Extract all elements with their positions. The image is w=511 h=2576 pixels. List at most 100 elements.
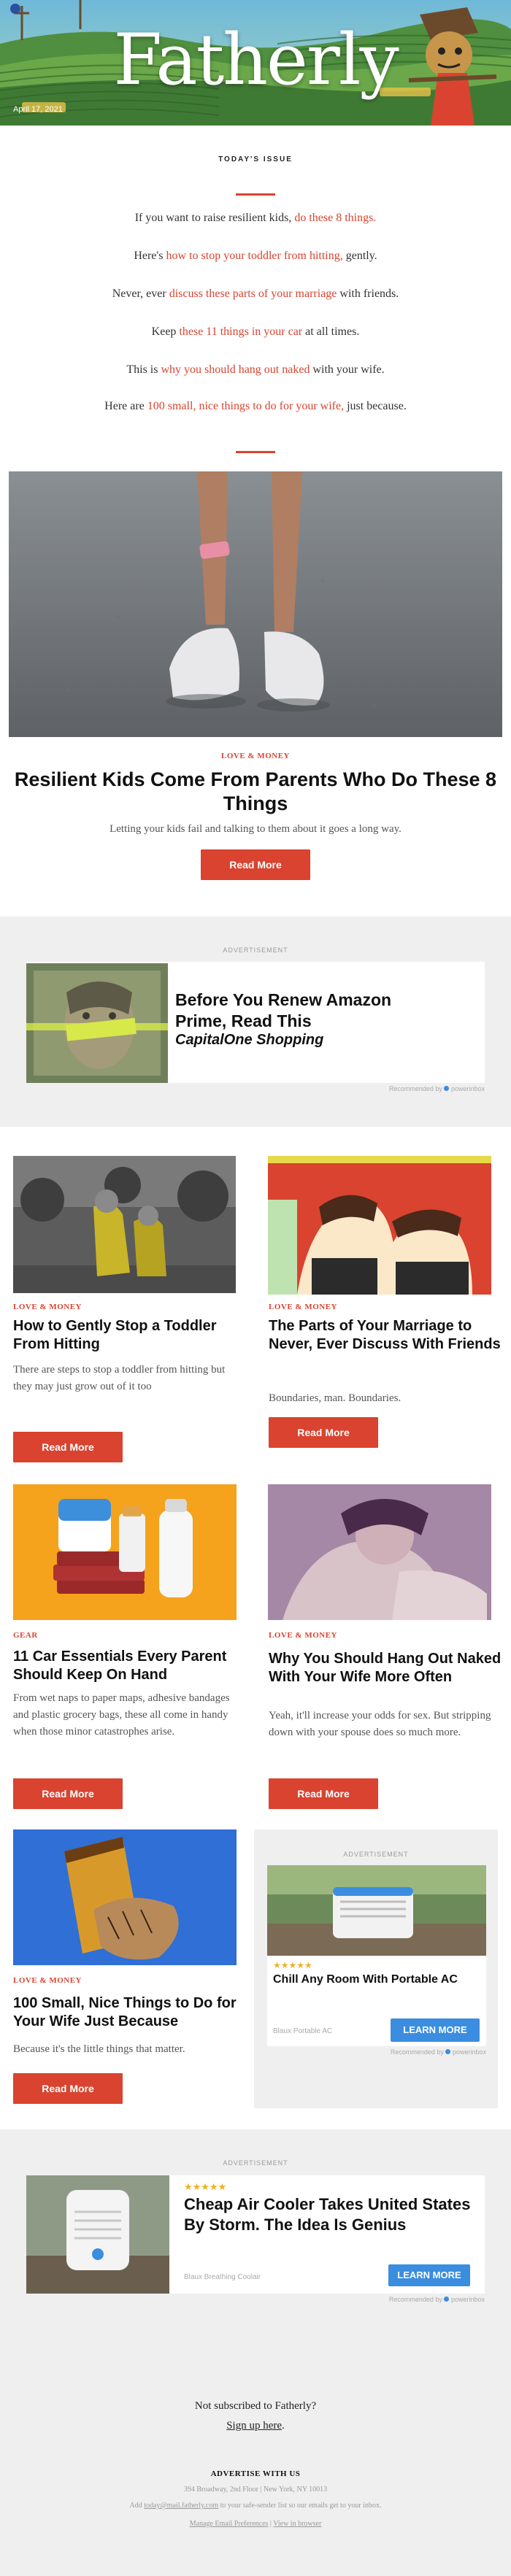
- card4-desc: Yeah, it'll increase your odds for sex. …: [269, 1710, 491, 1738]
- divider-top: [236, 193, 275, 196]
- ad3-learn-more-button[interactable]: LEARN MORE: [388, 2264, 470, 2286]
- footer-safe-sender: Add today@mail.fatherly.com to your safe…: [0, 2502, 511, 2510]
- card3-read-more-button[interactable]: Read More: [13, 1778, 123, 1809]
- view-in-browser-link[interactable]: View in browser: [273, 2520, 321, 2528]
- footer-advertise[interactable]: ADVERTISE WITH US: [0, 2469, 511, 2478]
- ad2-powered-label: Recommended by: [390, 2048, 444, 2056]
- intro-text: If you want to raise resilient kids,: [134, 212, 295, 224]
- card5-desc: Because it's the little things that matt…: [13, 2043, 185, 2055]
- ad2-stars: ★★★★★: [273, 1960, 312, 1970]
- intro-text: This is: [126, 363, 161, 376]
- intro-text: Never, ever: [112, 288, 169, 300]
- intro-text: Here's: [134, 250, 166, 262]
- ad1-headline[interactable]: Before You Renew Amazon Prime, Read This: [175, 990, 423, 1032]
- intro-line: Here's how to stop your toddler from hit…: [0, 250, 511, 263]
- card2-read-more-button[interactable]: Read More: [269, 1417, 378, 1448]
- ad2-powered: Recommended by powerinbox: [350, 2048, 486, 2056]
- intro-text: just because.: [344, 400, 407, 412]
- card3-title[interactable]: 11 Car Essentials Every Parent Should Ke…: [13, 1648, 247, 1684]
- card5-image[interactable]: [13, 1829, 237, 1965]
- intro-line: Keep these 11 things in your car at all …: [0, 325, 511, 339]
- intro-line: Here are 100 small, nice things to do fo…: [0, 400, 511, 413]
- ad1-source: CapitalOne Shopping: [175, 1032, 324, 1048]
- intro-link[interactable]: discuss these parts of your marriage: [169, 288, 337, 300]
- safe-sender-after: to your safe-sender list so our emails g…: [218, 2502, 382, 2510]
- ad1-powered-brand: powerinbox: [450, 1085, 485, 1092]
- card4-read-more-button[interactable]: Read More: [269, 1778, 378, 1809]
- ad2-headline[interactable]: Chill Any Room With Portable AC: [273, 1972, 470, 1987]
- feature-image[interactable]: [9, 471, 502, 737]
- ad3-sponsor: Blaux Breathing Coolair: [184, 2273, 261, 2281]
- issue-label: TODAY'S ISSUE: [218, 155, 293, 163]
- ad2-powered-brand: powerinbox: [452, 2048, 486, 2056]
- ad3-powered: Recommended by powerinbox: [350, 2296, 485, 2303]
- card1-image[interactable]: [13, 1156, 236, 1293]
- safe-sender-before: Add: [129, 2502, 145, 2510]
- card5-tag: LOVE & MONEY: [13, 1976, 82, 1985]
- intro-link[interactable]: 100 small, nice things to do for your wi…: [147, 400, 344, 412]
- ad2-label: ADVERTISEMENT: [343, 1851, 409, 1858]
- card5-title[interactable]: 100 Small, Nice Things to Do for Your Wi…: [13, 1994, 247, 2031]
- intro-line: Never, ever discuss these parts of your …: [0, 288, 511, 301]
- card1-title[interactable]: How to Gently Stop a Toddler From Hittin…: [13, 1317, 247, 1354]
- card3-desc: From wet naps to paper maps, adhesive ba…: [13, 1692, 230, 1738]
- intro-text: with your wife.: [310, 363, 385, 376]
- ad3-powered-label: Recommended by: [388, 2296, 442, 2303]
- ad1-powered: Recommended by powerinbox: [372, 1085, 485, 1092]
- intro-line: If you want to raise resilient kids, do …: [0, 212, 511, 225]
- ad3-image[interactable]: [26, 2175, 169, 2294]
- powerinbox-icon: [445, 2049, 451, 2054]
- ad2-image[interactable]: [267, 1865, 486, 1956]
- card5-read-more-button[interactable]: Read More: [13, 2073, 123, 2104]
- intro-link[interactable]: do these 8 things.: [294, 212, 376, 224]
- ad3-headline[interactable]: Cheap Air Cooler Takes United States By …: [184, 2194, 476, 2235]
- ad1-powered-label: Recommended by: [388, 1085, 442, 1092]
- feature-title[interactable]: Resilient Kids Come From Parents Who Do …: [7, 768, 504, 816]
- ad3-stars: ★★★★★: [184, 2181, 227, 2192]
- intro-text: gently.: [342, 250, 377, 262]
- feature-tag: LOVE & MONEY: [221, 752, 290, 760]
- intro-text: Keep: [151, 325, 180, 338]
- ad2-sponsor: Blaux Portable AC: [273, 2027, 333, 2035]
- feature-read-more-button[interactable]: Read More: [201, 849, 310, 880]
- intro-link[interactable]: how to stop your toddler from hitting,: [166, 250, 343, 262]
- card3-tag: GEAR: [13, 1631, 38, 1640]
- card1-tag: LOVE & MONEY: [13, 1303, 82, 1311]
- header-banner: Fatherly April 17, 2021: [0, 0, 511, 126]
- brand-logo[interactable]: Fatherly: [0, 19, 511, 101]
- card2-image[interactable]: [268, 1156, 491, 1295]
- card1-read-more-button[interactable]: Read More: [13, 1432, 123, 1462]
- ad1-label: ADVERTISEMENT: [223, 946, 288, 954]
- card3-image[interactable]: [13, 1484, 237, 1620]
- divider-bottom: [236, 451, 275, 453]
- signup-link[interactable]: Sign up here: [226, 2420, 282, 2432]
- feature-desc: Letting your kids fail and talking to th…: [110, 823, 402, 835]
- intro-text: Here are: [104, 400, 147, 412]
- powerinbox-icon: [444, 1086, 450, 1091]
- footer-not-subscribed: Not subscribed to Fatherly?: [194, 2400, 317, 2412]
- card4-image[interactable]: [268, 1484, 491, 1620]
- intro-line: This is why you should hang out naked wi…: [0, 363, 511, 377]
- footer-signup-line: Sign up here.: [0, 2420, 511, 2432]
- card4-title[interactable]: Why You Should Hang Out Naked With Your …: [269, 1650, 502, 1686]
- card2-desc: Boundaries, man. Boundaries.: [269, 1392, 402, 1404]
- ad3-powered-brand: powerinbox: [450, 2296, 485, 2303]
- ad3-label: ADVERTISEMENT: [223, 2159, 288, 2167]
- card4-tag: LOVE & MONEY: [269, 1631, 337, 1640]
- footer-links: Manage Email Preferences | View in brows…: [0, 2520, 511, 2528]
- safe-sender-email-link[interactable]: today@mail.fatherly.com: [144, 2502, 218, 2510]
- ad1-image[interactable]: [26, 963, 168, 1083]
- intro-text: with friends.: [337, 288, 399, 300]
- card1-desc: There are steps to stop a toddler from h…: [13, 1364, 226, 1392]
- manage-preferences-link[interactable]: Manage Email Preferences: [190, 2520, 269, 2528]
- ad2-learn-more-button[interactable]: LEARN MORE: [391, 2018, 480, 2042]
- footer-address: 394 Broadway, 2nd Floor | New York, NY 1…: [183, 2486, 328, 2494]
- card2-tag: LOVE & MONEY: [269, 1303, 337, 1311]
- intro-link[interactable]: these 11 things in your car: [179, 325, 302, 338]
- card2-title[interactable]: The Parts of Your Marriage to Never, Eve…: [269, 1317, 502, 1354]
- header-date: April 17, 2021: [13, 105, 63, 114]
- powerinbox-icon: [444, 2297, 450, 2302]
- intro-text: at all times.: [302, 325, 360, 338]
- footer: [0, 2332, 511, 2576]
- intro-link[interactable]: why you should hang out naked: [161, 363, 310, 376]
